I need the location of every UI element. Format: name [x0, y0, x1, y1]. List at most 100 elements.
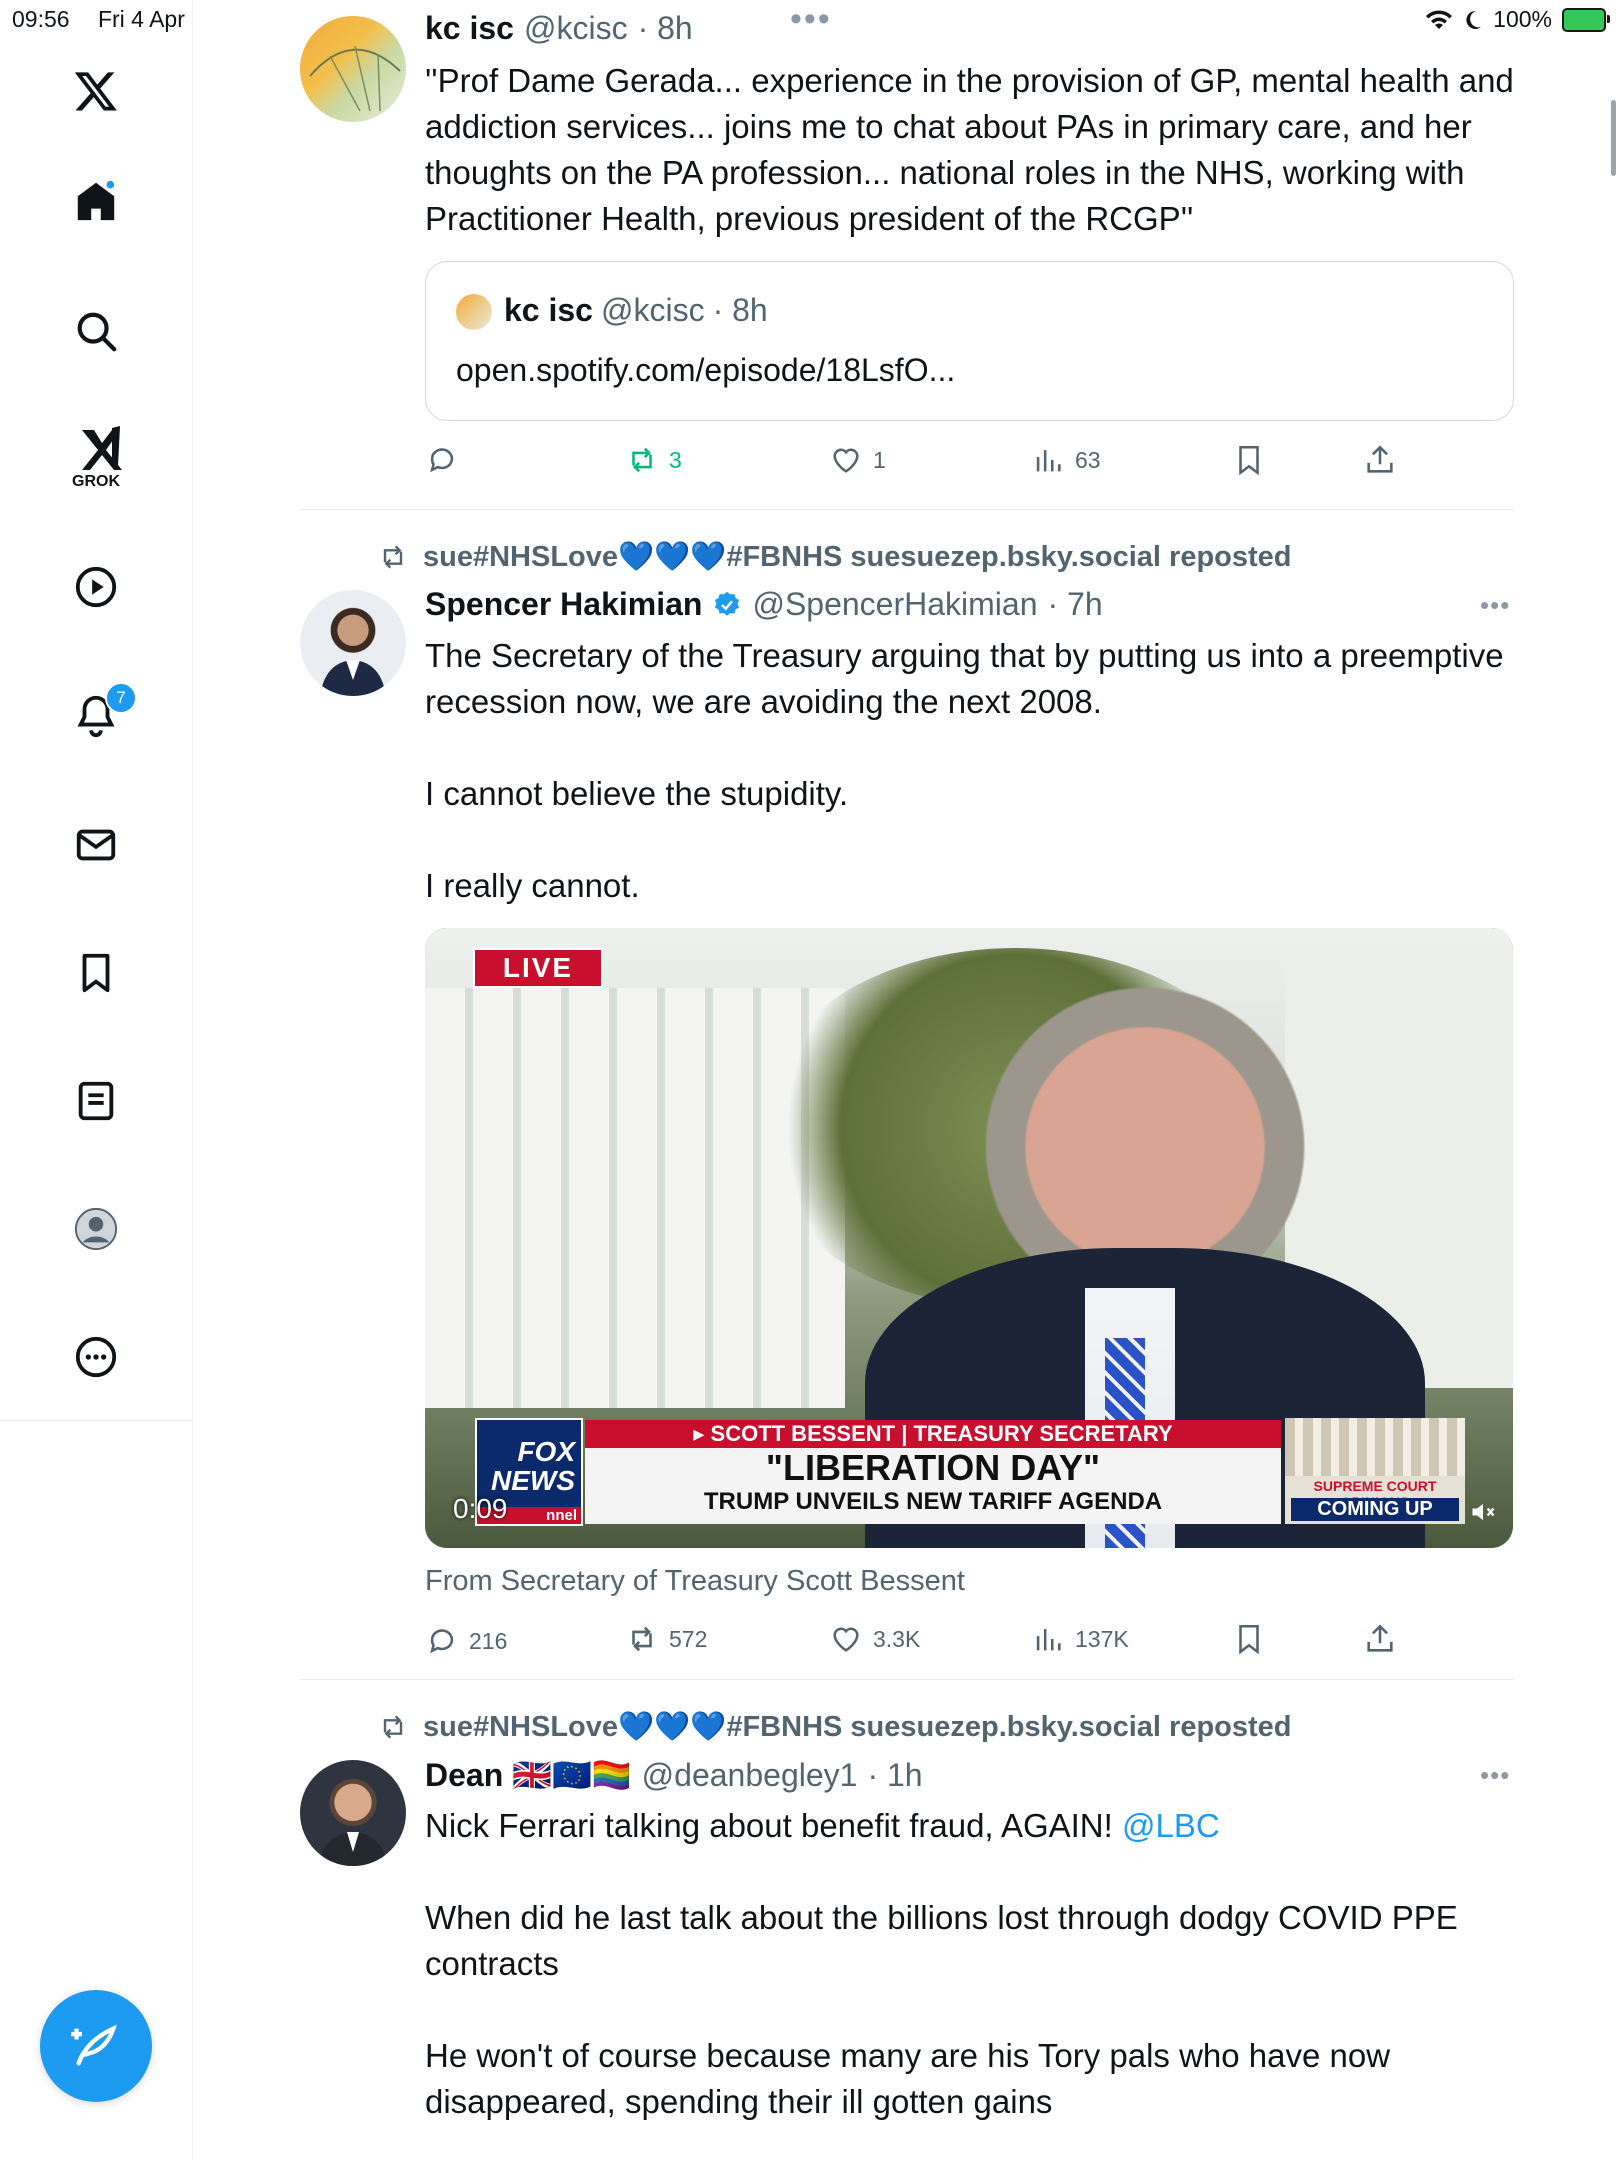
tweet-text: ''Prof Dame Gerada... experience in the …	[425, 62, 1514, 237]
tweet-header: kc isc @kcisc · 8h	[425, 10, 693, 47]
live-badge: LIVE	[473, 948, 603, 988]
suit-avatar-icon	[318, 1832, 388, 1866]
views-button[interactable]: 137K	[1031, 1622, 1129, 1656]
video-play-icon[interactable]	[71, 562, 121, 612]
profile-avatar-icon[interactable]	[71, 1204, 121, 1254]
like-count: 1	[873, 446, 886, 473]
tweet-text: The Secretary of the Treasury arguing th…	[425, 637, 1504, 720]
chyron-headline-box: "LIBERATION DAY" TRUMP UNVEILS NEW TARIF…	[585, 1448, 1281, 1524]
share-button[interactable]	[1363, 1622, 1397, 1656]
multitasking-dots-icon[interactable]: •••	[790, 0, 832, 39]
avatar[interactable]	[300, 590, 406, 696]
repost-indicator-icon	[383, 545, 403, 569]
bookmarks-icon[interactable]	[71, 948, 121, 998]
like-count: 3.3K	[873, 1625, 921, 1652]
reply-count: 216	[469, 1627, 508, 1654]
repost-by-text[interactable]: sue#NHSLove💙💙💙#FBNHS suesuezep.bsky.soci…	[423, 540, 1292, 574]
tweet-more-icon[interactable]: •••	[1480, 590, 1510, 621]
views-chart-icon	[1036, 450, 1061, 472]
tweet-text: Nick Ferrari talking about benefit fraud…	[425, 1807, 1122, 1844]
views-chart-icon	[1036, 1629, 1061, 1651]
network-logo-bottom: NEWS	[491, 1465, 575, 1496]
tweet-text: I cannot believe the stupidity.	[425, 775, 849, 812]
views-count: 63	[1075, 446, 1101, 473]
quote-link[interactable]: open.spotify.com/episode/18LsfO...	[456, 352, 955, 389]
home-icon[interactable]	[71, 176, 121, 226]
repost-button[interactable]: 572	[625, 1622, 707, 1656]
author-handle[interactable]: @kcisc	[524, 10, 628, 47]
messages-envelope-icon[interactable]	[71, 820, 121, 870]
status-bar-right: 100%	[1425, 6, 1610, 33]
avatar[interactable]	[300, 16, 406, 122]
grok-label: GROK	[72, 473, 120, 490]
chyron-headline: "LIBERATION DAY"	[765, 1447, 1101, 1488]
notifications-bell-icon[interactable]: 7	[71, 682, 137, 740]
battery-percent: 100%	[1493, 6, 1552, 32]
tweet-header: Spencer Hakimian @SpencerHakimian · 7h	[425, 586, 1103, 623]
author-name[interactable]: Spencer Hakimian	[425, 586, 702, 623]
reply-button[interactable]	[425, 443, 469, 477]
quote-header: kc isc @kcisc · 8h	[504, 292, 768, 329]
reply-icon	[430, 448, 454, 473]
quote-tweet-card[interactable]	[425, 261, 1514, 421]
mention-link[interactable]: @LBC	[1122, 1807, 1220, 1844]
moon-icon	[1466, 10, 1482, 29]
like-button[interactable]: 1	[829, 443, 886, 477]
quote-author-handle: @kcisc	[600, 292, 705, 328]
promo-box: SUPREME COURT OPINIONS COMING UP	[1285, 1418, 1465, 1524]
reply-icon	[430, 1629, 454, 1654]
compose-feather-icon	[71, 2024, 117, 2066]
views-button[interactable]: 63	[1031, 443, 1101, 477]
share-icon	[1367, 445, 1393, 473]
repost-by-text[interactable]: sue#NHSLove💙💙💙#FBNHS suesuezep.bsky.soci…	[423, 1710, 1292, 1744]
mute-icon[interactable]	[1469, 1498, 1497, 1526]
tweet-text: I really cannot.	[425, 867, 640, 904]
network-logo-top: FOX	[517, 1436, 575, 1467]
author-name[interactable]: kc isc	[425, 10, 514, 47]
share-button[interactable]	[1363, 443, 1397, 477]
lists-icon[interactable]	[71, 1076, 121, 1126]
bookmark-button[interactable]	[1232, 443, 1266, 477]
author-handle[interactable]: @SpencerHakimian	[752, 586, 1037, 623]
umbrella-avatar-icon	[309, 45, 401, 112]
suit-avatar-icon	[320, 660, 386, 696]
bookmark-icon	[1239, 1624, 1259, 1655]
avatar[interactable]	[300, 1760, 406, 1866]
repost-indicator: sue#NHSLove💙💙💙#FBNHS suesuezep.bsky.soci…	[377, 540, 1292, 574]
grok-icon	[82, 426, 122, 470]
x-logo-icon[interactable]	[71, 66, 121, 116]
repost-count: 3	[669, 446, 682, 473]
promo-bottom-text: COMING UP	[1291, 1498, 1459, 1521]
video-source-text[interactable]: From Secretary of Treasury Scott Bessent	[425, 1565, 965, 1598]
grok-nav-item[interactable]: GROK	[64, 424, 128, 496]
tweet-text: When did he last talk about the billions…	[425, 1899, 1458, 1982]
scrollbar-thumb[interactable]	[1611, 100, 1616, 176]
bookmark-icon	[1239, 445, 1259, 476]
quote-avatar	[456, 294, 492, 330]
tweet-time[interactable]: · 7h	[1048, 586, 1103, 623]
heart-icon	[833, 1627, 859, 1652]
more-options-icon[interactable]	[71, 1332, 121, 1382]
battery-icon	[1562, 7, 1610, 32]
supreme-court-image	[1285, 1418, 1465, 1476]
tweet-text: He won't of course because many are his …	[425, 2037, 1391, 2120]
tweet-header: Dean 🇬🇧🇪🇺🏳️‍🌈 @deanbegley1 · 1h	[425, 1756, 923, 1794]
tweet-more-icon[interactable]: •••	[1480, 1760, 1510, 1791]
author-handle[interactable]: @deanbegley1	[642, 1757, 858, 1794]
heart-icon	[833, 448, 859, 473]
author-name[interactable]: Dean 🇬🇧🇪🇺🏳️‍🌈	[425, 1756, 632, 1794]
bookmark-button[interactable]	[1232, 1622, 1266, 1656]
tweet-time[interactable]: · 8h	[638, 10, 693, 47]
repost-count: 572	[669, 1625, 708, 1652]
search-icon[interactable]	[71, 306, 121, 356]
like-button[interactable]: 3.3K	[829, 1622, 920, 1656]
quote-author-name: kc isc	[504, 292, 593, 328]
tweet-time[interactable]: · 1h	[867, 1757, 922, 1794]
reply-button[interactable]: 216	[425, 1624, 507, 1658]
compose-post-button[interactable]	[40, 1990, 152, 2102]
verified-badge-icon	[715, 591, 740, 616]
tweet-text-line: Nick Ferrari talking about benefit fraud…	[425, 1803, 1525, 1849]
video-player[interactable]: LIVE FOX NEWS nnel ▸ SCOTT BESSENT | TRE…	[425, 928, 1513, 1548]
notifications-badge: 7	[105, 682, 137, 714]
repost-button[interactable]: 3	[625, 443, 682, 477]
